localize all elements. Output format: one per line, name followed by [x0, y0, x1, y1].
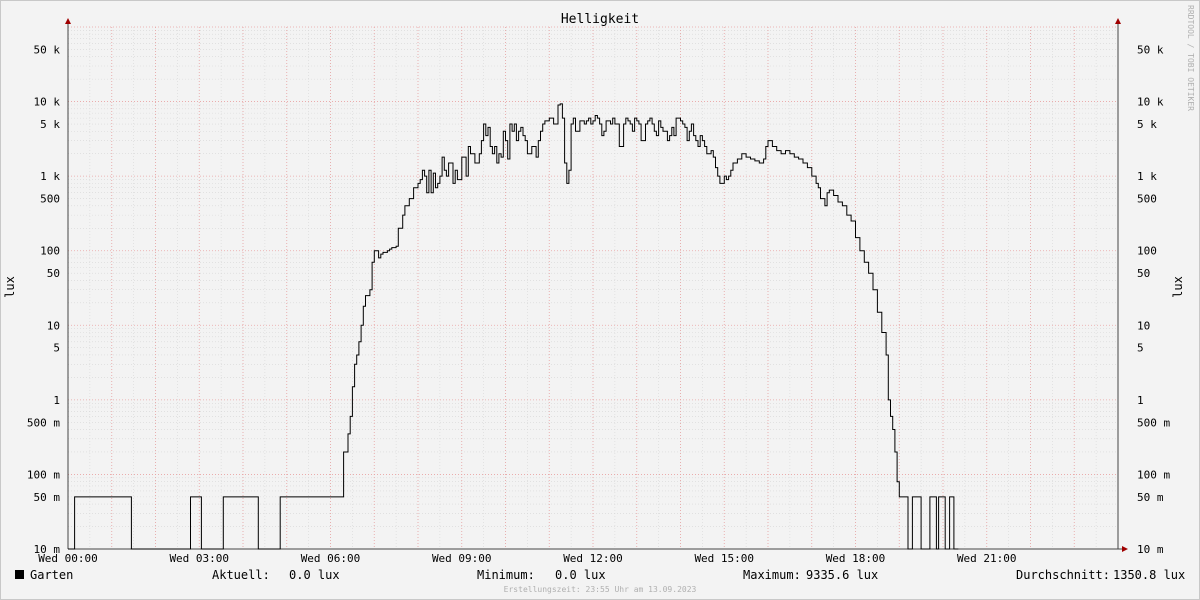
x-axis-arrow — [1122, 546, 1128, 552]
x-tick-label: Wed 00:00 — [38, 552, 98, 565]
legend-maximum-value: 9335.6 lux — [806, 568, 878, 582]
chart-title: Helligkeit — [561, 12, 639, 27]
y-tick-label-right: 500 — [1137, 193, 1157, 206]
legend-swatch — [15, 570, 24, 579]
x-tick-label: Wed 12:00 — [563, 552, 623, 565]
legend-minimum-label: Minimum: — [477, 568, 535, 582]
y-tick-label-left: 500 — [40, 193, 60, 206]
x-tick-label: Wed 15:00 — [694, 552, 754, 565]
x-ticks: Wed 00:00 Wed 03:00 Wed 06:00 Wed 09:00 Wed … — [38, 552, 1016, 565]
y-ticks-right: 50 k 10 k 5 k 1 k 500 100 50 10 5 1 500 m 100 m 50 m… — [1137, 43, 1170, 556]
y-axis-label-left: lux — [3, 276, 17, 298]
major-grid — [67, 26, 1119, 550]
legend-aktuell-label: Aktuell: — [212, 568, 270, 582]
y-tick-label-right: 100 m — [1137, 468, 1170, 481]
y-tick-label-left: 100 — [40, 245, 60, 258]
y-tick-label-left: 50 — [47, 267, 60, 280]
y-axis-label-right: lux — [1171, 276, 1185, 298]
legend-average-label: Durchschnitt: — [1016, 568, 1110, 582]
y-ticks-left: 50 k 10 k 5 k 1 k 500 100 50 10 5 1 500 m 100 m 50 m… — [27, 43, 60, 556]
y-tick-label-left: 10 — [47, 319, 60, 332]
y-tick-label-left: 50 m — [34, 491, 61, 504]
y-tick-label-left: 10 k — [34, 96, 61, 109]
y-tick-label-right: 10 k — [1137, 96, 1164, 109]
axes — [65, 18, 1128, 552]
y-tick-label-right: 50 m — [1137, 491, 1164, 504]
y-tick-label-right: 10 m — [1137, 543, 1164, 556]
y-tick-label-left: 5 — [53, 342, 60, 355]
y-tick-label-right: 5 — [1137, 342, 1144, 355]
y-axis-arrow-left — [65, 18, 71, 24]
y-tick-label-right: 50 — [1137, 267, 1150, 280]
y-tick-label-left: 5 k — [40, 118, 60, 131]
y-tick-label-right: 5 k — [1137, 118, 1157, 131]
y-tick-label-left: 1 k — [40, 170, 60, 183]
y-tick-label-right: 100 — [1137, 245, 1157, 258]
y-tick-label-left: 1 — [53, 394, 60, 407]
x-tick-label: Wed 09:00 — [432, 552, 492, 565]
y-tick-label-left: 50 k — [34, 43, 61, 56]
y-tick-label-right: 1 k — [1137, 170, 1157, 183]
y-tick-label-left: 100 m — [27, 468, 60, 481]
legend-average-value: 1350.8 lux — [1113, 568, 1185, 582]
y-tick-label-right: 1 — [1137, 394, 1144, 407]
legend-minimum-value: 0.0 lux — [555, 568, 606, 582]
y-axis-arrow-right — [1115, 18, 1121, 24]
legend: Garten Aktuell: 0.0 lux Minimum: 0.0 lux… — [15, 568, 1185, 582]
watermark: RRDTOOL / TOBI OETIKER — [1186, 5, 1195, 111]
brightness-chart: Helligkeit 50 k10 k5 k1 k500100501051500… — [3, 5, 1195, 594]
x-tick-label: Wed 06:00 — [301, 552, 361, 565]
legend-maximum-label: Maximum: — [743, 568, 801, 582]
y-tick-label-right: 50 k — [1137, 43, 1164, 56]
x-tick-label: Wed 18:00 — [826, 552, 886, 565]
footer-timestamp: Erstellungszeit: 23:55 Uhr am 13.09.2023 — [504, 585, 697, 594]
y-tick-label-right: 500 m — [1137, 416, 1170, 429]
legend-aktuell-value: 0.0 lux — [289, 568, 340, 582]
x-tick-label: Wed 21:00 — [957, 552, 1017, 565]
series-line-garten — [68, 103, 959, 550]
y-tick-label-left: 500 m — [27, 416, 60, 429]
y-tick-label-right: 10 — [1137, 319, 1150, 332]
legend-series-name: Garten — [30, 568, 73, 582]
x-tick-label: Wed 03:00 — [169, 552, 229, 565]
